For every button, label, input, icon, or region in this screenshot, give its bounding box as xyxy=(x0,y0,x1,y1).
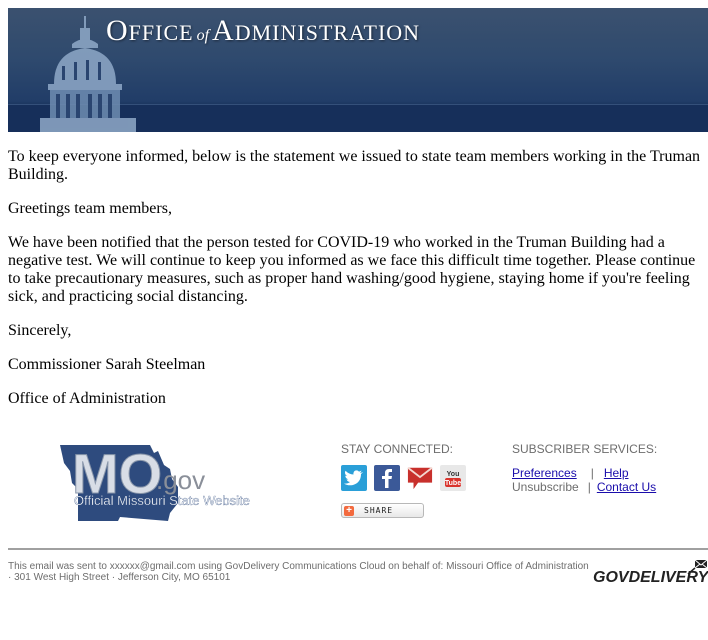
title-dministration: DMINISTRATION xyxy=(234,20,421,45)
contact-us-link[interactable]: Contact Us xyxy=(597,480,656,494)
facebook-icon[interactable] xyxy=(374,465,400,491)
separator: | xyxy=(587,480,591,494)
share-plus-icon: + xyxy=(344,505,354,516)
share-button[interactable]: + SHARE xyxy=(341,503,424,518)
help-link[interactable]: Help xyxy=(604,466,629,480)
footer-divider xyxy=(8,548,708,550)
legal-line-1: This email was sent to xxxxxx@gmail.com … xyxy=(8,561,589,572)
subscriber-services-heading: SUBSCRIBER SERVICES: xyxy=(512,442,658,456)
email-icon[interactable] xyxy=(407,465,433,491)
twitter-icon[interactable] xyxy=(341,465,367,491)
signature-office: Office of Administration xyxy=(8,390,166,407)
svg-text:You: You xyxy=(447,471,460,478)
unsubscribe-link[interactable]: Unsubscribe xyxy=(512,480,579,494)
mo-tagline: Official Missouri State Website xyxy=(74,493,250,508)
statement-paragraph: We have been notified that the person te… xyxy=(8,234,696,305)
subscriber-links-row-2: Unsubscribe | Contact Us xyxy=(512,480,656,494)
social-icons: You Tube xyxy=(341,465,466,491)
share-label: SHARE xyxy=(364,506,394,515)
title-of: of xyxy=(196,27,210,44)
subscriber-links-row-1: Preferences | Help xyxy=(512,466,656,480)
title-ffice: FFICE xyxy=(128,20,194,45)
banner-title: OFFICE of ADMINISTRATION xyxy=(106,14,420,48)
title-initial-o: O xyxy=(106,14,129,47)
title-initial-a: A xyxy=(212,14,235,47)
mo-gov-logo[interactable]: MO .gov Official Missouri State Website xyxy=(58,443,262,523)
govdelivery-logo[interactable]: GOVDELIVERY xyxy=(592,556,708,588)
closing: Sincerely, xyxy=(8,322,72,339)
greeting: Greetings team members, xyxy=(8,200,172,217)
svg-text:Tube: Tube xyxy=(445,480,461,487)
header-banner: OFFICE of ADMINISTRATION xyxy=(8,8,708,132)
stay-connected-heading: STAY CONNECTED: xyxy=(341,442,454,456)
subscriber-services-links: Preferences | Help Unsubscribe | Contact Us xyxy=(512,466,656,494)
signature-name: Commissioner Sarah Steelman xyxy=(8,356,206,373)
intro-paragraph: To keep everyone informed, below is the … xyxy=(8,148,701,183)
legal-line-2: · 301 West High Street · Jefferson City,… xyxy=(8,572,231,583)
separator: | xyxy=(590,466,594,480)
email-body: To keep everyone informed, below is the … xyxy=(8,148,708,424)
gov-text: .gov xyxy=(156,465,205,495)
preferences-link[interactable]: Preferences xyxy=(512,466,577,480)
youtube-icon[interactable]: You Tube xyxy=(440,465,466,491)
legal-footer: This email was sent to xxxxxx@gmail.com … xyxy=(8,561,598,583)
